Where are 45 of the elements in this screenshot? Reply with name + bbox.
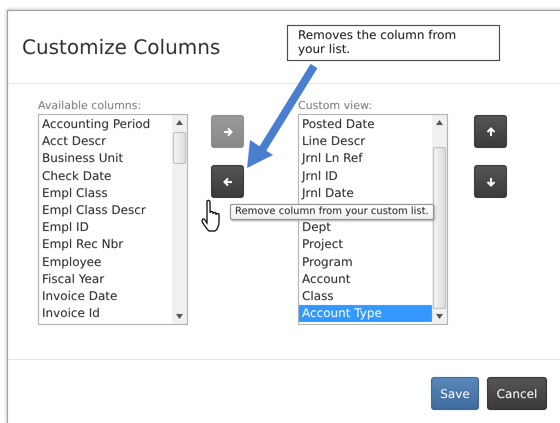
list-box[interactable]: Accounting Period Acct Descr Business Unit Check Date Empl Class Empl Class Descr Empl ID Empl Rec Nbr Employee Fiscal Year Invoice Date Invoice Id xyxy=(38,114,188,325)
dialog-button[interactable]: Save xyxy=(431,377,479,410)
callout-box: Removes the column from your list. xyxy=(287,25,500,61)
list-item[interactable]: Invoice Date xyxy=(39,288,172,306)
list-item[interactable]: Line Descr xyxy=(299,133,432,150)
list-item[interactable]: Accounting Period xyxy=(39,116,172,134)
list-item[interactable]: Jrnl Date xyxy=(299,184,432,202)
scroll-up-icon[interactable] xyxy=(176,120,183,125)
dialog-title: Customize Columns xyxy=(22,35,220,59)
list-item[interactable]: Check Date xyxy=(39,168,172,185)
list-item[interactable]: Empl Rec Nbr xyxy=(39,236,172,254)
list-item[interactable]: Acct Descr xyxy=(39,133,172,150)
scrollbar-thumb[interactable] xyxy=(433,147,446,309)
right-arrow-icon xyxy=(222,126,232,136)
scrollbar[interactable] xyxy=(172,115,187,324)
list-item[interactable]: Empl Class xyxy=(39,184,172,202)
list-item[interactable]: Jrnl ID xyxy=(299,168,432,185)
list-item[interactable]: Fiscal Year xyxy=(39,270,172,288)
down-arrow-icon xyxy=(486,176,496,186)
left-arrow-button[interactable] xyxy=(211,165,244,198)
scrollbar-thumb[interactable] xyxy=(173,132,186,164)
scroll-down-icon[interactable] xyxy=(176,314,183,319)
list-item[interactable]: Project xyxy=(299,236,432,254)
list-item[interactable]: Invoice Id xyxy=(39,305,172,322)
up-arrow-icon xyxy=(486,126,496,136)
list-item[interactable]: Business Unit xyxy=(39,150,172,168)
list-item[interactable]: Jrnl Ln Ref xyxy=(299,150,432,168)
up-arrow-button[interactable] xyxy=(474,115,507,148)
list-item[interactable]: Account xyxy=(299,270,432,288)
left-arrow-icon xyxy=(222,176,232,186)
tooltip: Remove column from your custom list. xyxy=(230,204,434,220)
list-item[interactable]: Class xyxy=(299,288,432,306)
list-item[interactable]: Dept xyxy=(299,219,432,236)
dialog-button[interactable]: Cancel xyxy=(487,377,547,410)
list-item[interactable]: Program xyxy=(299,254,432,271)
list-label: Custom view: xyxy=(298,99,374,112)
scroll-down-icon[interactable] xyxy=(436,314,443,319)
scrollbar[interactable] xyxy=(432,115,447,324)
list-item[interactable]: Empl Class Descr xyxy=(39,202,172,220)
list-item[interactable]: Empl ID xyxy=(39,219,172,236)
list-item[interactable]: Employee xyxy=(39,254,172,271)
scroll-up-icon[interactable] xyxy=(436,120,443,125)
list-label: Available columns: xyxy=(38,99,142,112)
list-item[interactable]: Posted Date xyxy=(299,116,432,134)
down-arrow-button[interactable] xyxy=(474,165,507,198)
